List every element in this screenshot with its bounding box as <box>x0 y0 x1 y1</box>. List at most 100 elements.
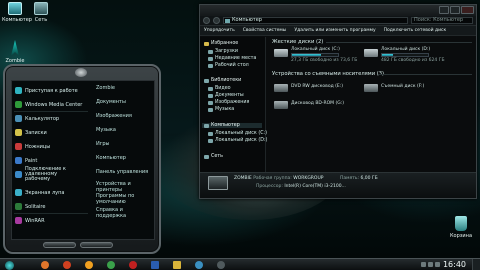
dvd-drive-icon <box>274 84 288 92</box>
group-hard-disks[interactable]: Жесткие диски (2) <box>272 39 323 45</box>
shutdown-button[interactable] <box>43 242 76 248</box>
start-menu-place[interactable]: Программы по умолчанию <box>96 193 154 205</box>
nav-desktop[interactable]: Рабочий стол <box>208 63 249 68</box>
volume-tray-icon[interactable] <box>428 262 433 267</box>
start-menu-item[interactable]: Windows Media Center <box>15 99 82 110</box>
taskbar-app-button[interactable] <box>170 260 184 270</box>
back-button[interactable] <box>203 17 210 24</box>
maximize-button[interactable] <box>450 6 460 14</box>
start-menu-place[interactable]: Zombie <box>96 85 115 91</box>
word-icon <box>151 261 159 269</box>
sticky-notes-icon <box>15 129 22 136</box>
forward-button[interactable] <box>213 17 220 24</box>
drive-usage-bar <box>291 53 339 57</box>
desktop-icon-label: Корзина <box>449 233 473 239</box>
start-menu-place[interactable]: Игры <box>96 141 110 147</box>
flag-tray-icon[interactable] <box>435 262 440 267</box>
desktop-icon-computer[interactable]: Компьютер <box>2 2 32 23</box>
search-input[interactable]: Поиск: Компьютер <box>411 17 473 24</box>
drive-free-space: 482 ГБ свободно из 624 ГБ <box>381 58 445 63</box>
nav-computer[interactable]: Компьютер <box>202 123 262 128</box>
title-bar[interactable] <box>200 5 476 16</box>
nav-drive-c[interactable]: Локальный диск (C:) <box>208 131 267 136</box>
drive-e[interactable]: DVD RW дисковод (E:) <box>274 82 343 92</box>
drive-d[interactable]: Локальный диск (D:) 482 ГБ свободно из 6… <box>364 47 445 63</box>
cpu-value: Intel(R) Core(TM) i3-2100... <box>284 184 346 189</box>
start-menu-item[interactable]: Solitaire <box>15 201 45 212</box>
nav-video[interactable]: Видео <box>208 86 231 91</box>
power-options-button[interactable] <box>80 242 113 248</box>
start-menu-item[interactable]: Paint <box>15 155 37 166</box>
nav-downloads[interactable]: Загрузки <box>208 49 238 54</box>
calculator-icon <box>15 115 22 122</box>
start-menu-place[interactable]: Документы <box>96 99 126 105</box>
details-pane: ZOMBIE Рабочая группа: WORKGROUP Память:… <box>200 172 476 198</box>
taskbar-app-button[interactable] <box>104 260 118 270</box>
taskbar-app-button[interactable] <box>214 260 228 270</box>
start-menu-panel: Приступая к работе Windows Media Center Ка… <box>11 80 155 240</box>
start-menu-place[interactable]: Изображения <box>96 113 132 119</box>
start-menu-item[interactable]: Подключение к удаленному рабочему <box>15 167 81 182</box>
taskbar-app-button[interactable] <box>38 260 52 270</box>
network-tray-icon[interactable] <box>421 262 426 267</box>
workgroup-label: Рабочая группа: <box>253 176 292 181</box>
taskbar-app-button[interactable] <box>60 260 74 270</box>
start-menu-place[interactable]: Музыка <box>96 127 116 133</box>
taskbar-app-button[interactable] <box>126 260 140 270</box>
opera-icon <box>129 261 137 269</box>
recent-places-icon <box>208 56 213 61</box>
folder-icon <box>173 261 181 269</box>
start-menu-item-label: Экранная лупа <box>25 189 65 196</box>
organize-button[interactable]: Упорядочить <box>204 28 235 33</box>
address-toolbar: Компьютер Поиск: Компьютер <box>200 16 476 26</box>
desktop-icon-zombie[interactable]: Zombie <box>2 40 28 64</box>
drive-g[interactable]: Дисковод BD-ROM (G:) <box>274 99 344 109</box>
group-removable[interactable]: Устройства со съемными носителями (3) <box>272 71 384 77</box>
taskbar-app-button[interactable] <box>192 260 206 270</box>
start-menu-place[interactable]: Устройства и принтеры <box>96 181 154 193</box>
start-menu-item[interactable]: Калькулятор <box>15 113 59 124</box>
drive-f[interactable]: Съемный диск (F:) <box>364 82 424 92</box>
cpu-label: Процессор: <box>256 184 283 189</box>
nav-documents[interactable]: Документы <box>208 93 244 98</box>
start-menu-place[interactable]: Компьютер <box>96 155 126 161</box>
nav-favorites[interactable]: Избранное <box>204 41 238 46</box>
nav-music[interactable]: Музыка <box>208 107 234 112</box>
nav-pictures[interactable]: Изображения <box>208 100 249 105</box>
navigation-pane: Избранное Загрузки Недавние места Рабочи… <box>200 37 267 173</box>
clock[interactable]: 16:40 <box>443 260 466 269</box>
computer-icon <box>8 2 22 15</box>
map-network-drive-button[interactable]: Подключить сетевой диск <box>384 28 447 33</box>
drive-c[interactable]: Локальный диск (C:) 27,3 ГБ свободно из … <box>274 47 357 63</box>
taskbar-app-button[interactable] <box>82 260 96 270</box>
drive-usage-bar <box>381 53 429 57</box>
start-menu-item-label: Записки <box>25 129 47 136</box>
start-menu-place[interactable]: Панель управления <box>96 169 148 175</box>
uninstall-program-button[interactable]: Удалить или изменить программу <box>294 28 375 33</box>
player-icon <box>217 261 225 269</box>
desktop-icon-recycle-bin[interactable]: Корзина <box>448 216 474 239</box>
minimize-button[interactable] <box>439 6 449 14</box>
nav-recent-places[interactable]: Недавние места <box>208 56 256 61</box>
menu-separator <box>14 213 88 214</box>
system-properties-button[interactable]: Свойства системы <box>243 28 287 33</box>
start-button[interactable] <box>2 260 16 270</box>
nav-libraries[interactable]: Библиотеки <box>204 78 241 83</box>
start-menu-item[interactable]: Приступая к работе <box>15 85 78 96</box>
taskbar-app-button[interactable] <box>148 260 162 270</box>
recycle-bin-icon <box>455 216 467 231</box>
desktop-icon-network[interactable]: Сеть <box>28 2 54 23</box>
nav-network[interactable]: Сеть <box>204 154 223 159</box>
close-button[interactable] <box>461 6 474 14</box>
nav-drive-d[interactable]: Локальный диск (D:) <box>208 138 267 143</box>
explorer-window: Компьютер Поиск: Компьютер Упорядочить С… <box>199 4 477 199</box>
start-menu-item[interactable]: Ножницы <box>15 141 50 152</box>
start-menu-item[interactable]: Записки <box>15 127 47 138</box>
start-menu-item[interactable]: Экранная лупа <box>15 187 64 198</box>
address-bar[interactable]: Компьютер <box>223 17 408 24</box>
start-menu-item-label: WinRAR <box>25 217 45 224</box>
address-text: Компьютер <box>232 17 262 23</box>
start-menu-item[interactable]: WinRAR <box>15 215 45 226</box>
show-desktop-button[interactable] <box>472 259 480 270</box>
start-menu-place[interactable]: Справка и поддержка <box>96 207 154 219</box>
